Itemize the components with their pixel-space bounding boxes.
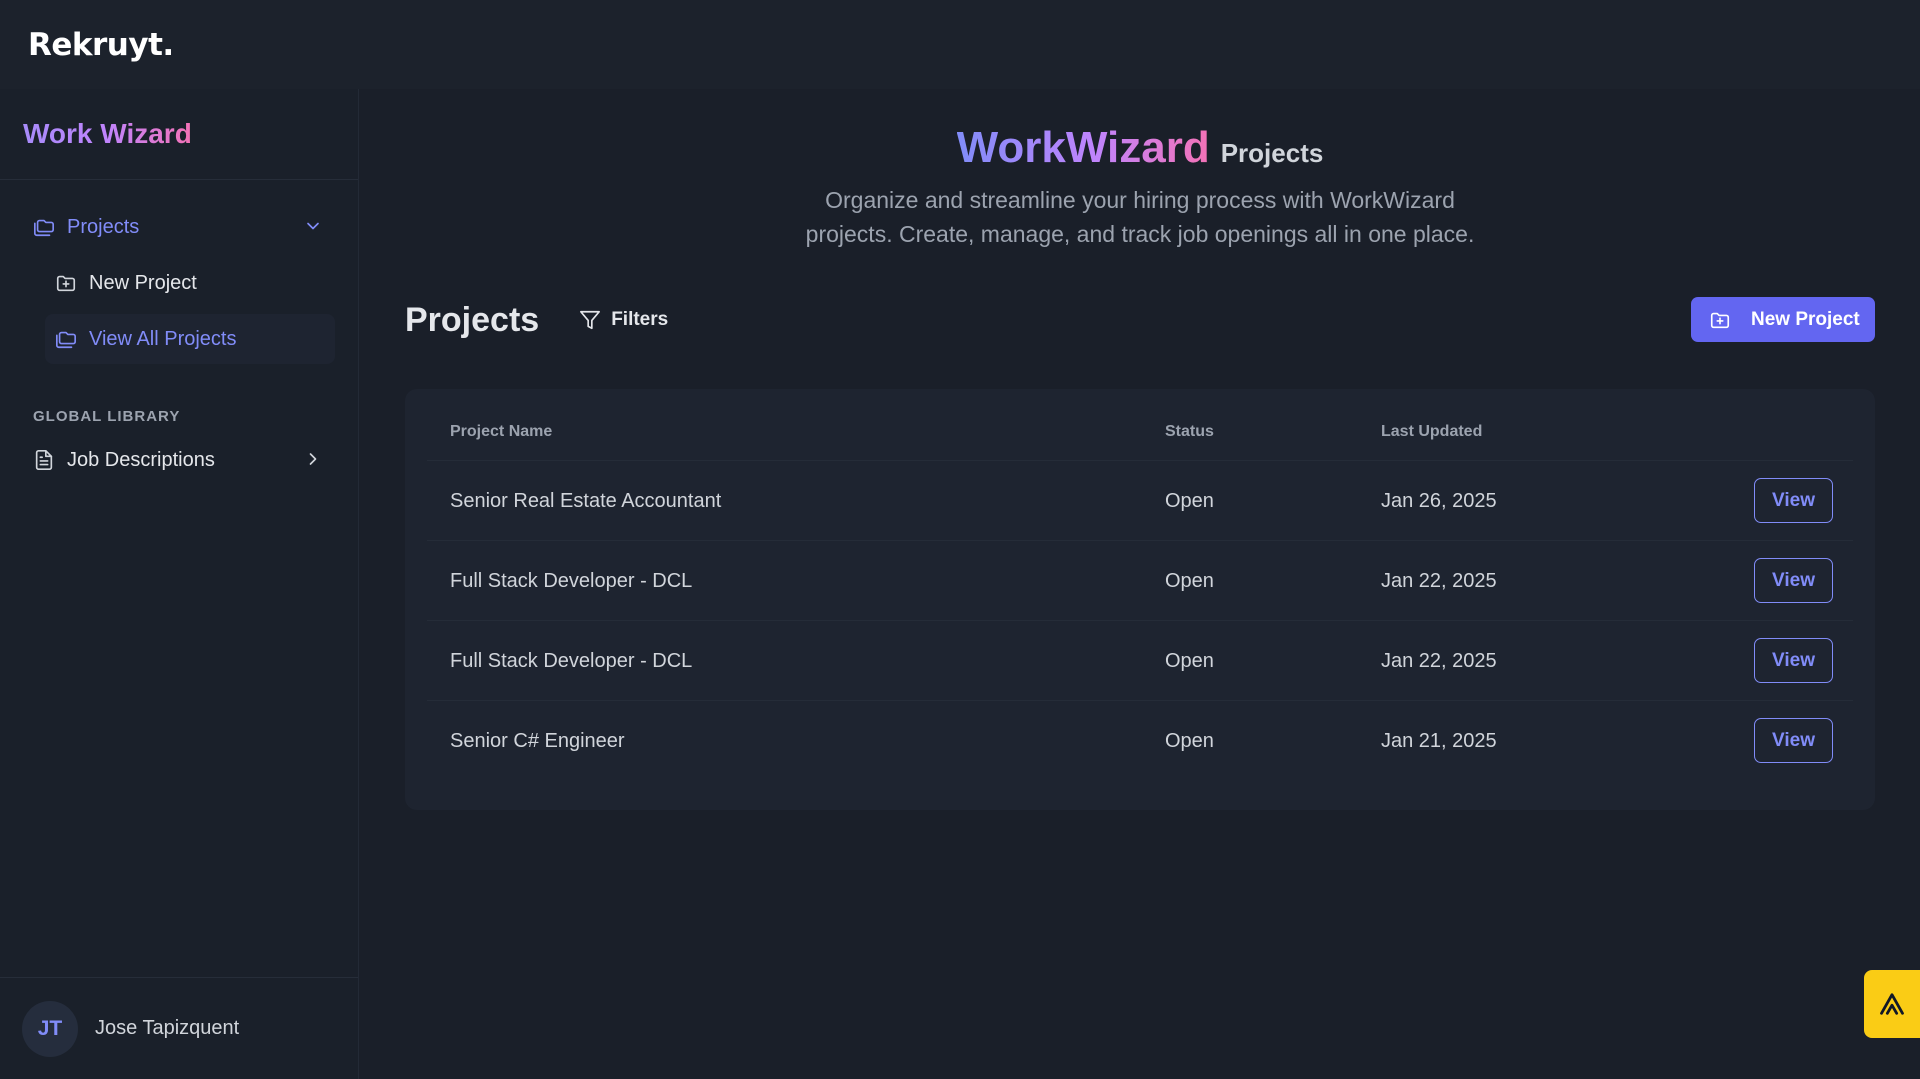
hero-subtitle: Projects	[1220, 138, 1324, 168]
table-row[interactable]: Full Stack Developer - DCL Open Jan 22, …	[427, 540, 1853, 620]
table-row[interactable]: Senior Real Estate Accountant Open Jan 2…	[427, 460, 1853, 540]
project-status: Open	[1165, 569, 1214, 592]
filters-label: Filters	[611, 309, 669, 330]
sidebar-header: Work Wizard	[0, 89, 358, 180]
project-name: Full Stack Developer - DCL	[450, 569, 693, 592]
sidebar-item-new-project[interactable]: New Project	[45, 258, 335, 308]
sidebar: Work Wizard Projects New Project View Al…	[0, 89, 359, 1079]
project-name: Senior C# Engineer	[450, 729, 625, 752]
widget-logo-icon	[1880, 993, 1904, 1015]
table-row[interactable]: Full Stack Developer - DCL Open Jan 22, …	[427, 620, 1853, 700]
chevron-right-icon[interactable]	[303, 449, 323, 475]
app-logo[interactable]: Rekruyt.	[28, 27, 174, 63]
project-status: Open	[1165, 729, 1214, 752]
section-label: GLOBAL LIBRARY	[33, 408, 181, 425]
folder-plus-icon	[55, 272, 77, 294]
top-bar: Rekruyt.	[0, 0, 1920, 89]
project-last-updated: Jan 21, 2025	[1381, 729, 1497, 752]
folder-plus-icon	[1710, 312, 1730, 328]
sidebar-item-projects[interactable]: Projects	[23, 202, 335, 252]
sidebar-item-label: Job Descriptions	[67, 448, 215, 471]
new-project-label: New Project	[1751, 308, 1860, 330]
hero-description: Organize and streamline your hiring proc…	[805, 187, 1475, 247]
chevron-down-icon[interactable]	[303, 216, 323, 242]
toolbar: Projects Filters New Project	[405, 297, 1875, 343]
project-last-updated: Jan 22, 2025	[1381, 569, 1497, 592]
hero-title: WorkWizard Projects	[957, 123, 1324, 173]
sidebar-item-label: New Project	[89, 271, 197, 294]
document-icon	[33, 449, 55, 471]
filter-icon	[580, 310, 601, 330]
sidebar-item-view-all-projects[interactable]: View All Projects	[45, 314, 335, 364]
table-row[interactable]: Senior C# Engineer Open Jan 21, 2025 Vie…	[427, 700, 1853, 780]
table-header: Project Name Status Last Updated	[405, 415, 1875, 449]
page-title: Projects	[405, 300, 540, 339]
view-button[interactable]: View	[1754, 478, 1833, 523]
sidebar-item-job-descriptions[interactable]: Job Descriptions	[23, 435, 335, 485]
project-status: Open	[1165, 649, 1214, 672]
main-content: WorkWizard Projects Organize and streaml…	[360, 89, 1920, 1079]
sidebar-brand[interactable]: Work Wizard	[23, 118, 192, 150]
sidebar-nav: Projects New Project View All Projects G…	[0, 180, 358, 485]
help-widget-button[interactable]	[1864, 970, 1920, 1038]
project-name: Senior Real Estate Accountant	[450, 489, 722, 512]
view-button[interactable]: View	[1754, 718, 1833, 763]
view-button[interactable]: View	[1754, 558, 1833, 603]
project-status: Open	[1165, 489, 1214, 512]
new-project-button[interactable]: New Project	[1691, 297, 1875, 342]
column-header-last-updated[interactable]: Last Updated	[1381, 415, 1482, 449]
project-name: Full Stack Developer - DCL	[450, 649, 693, 672]
project-last-updated: Jan 22, 2025	[1381, 649, 1497, 672]
filters-button[interactable]: Filters	[579, 309, 668, 331]
view-button[interactable]: View	[1754, 638, 1833, 683]
hero: WorkWizard Projects Organize and streaml…	[360, 123, 1920, 251]
avatar[interactable]: JT	[22, 1000, 78, 1057]
folders-icon	[55, 328, 77, 350]
hero-brand: WorkWizard	[956, 123, 1210, 172]
user-profile[interactable]: JT Jose Tapizquent	[0, 977, 358, 1079]
sidebar-item-label: Projects	[67, 215, 140, 238]
folders-icon	[33, 216, 55, 238]
column-header-project-name[interactable]: Project Name	[450, 415, 552, 449]
user-name: Jose Tapizquent	[95, 1017, 240, 1039]
project-last-updated: Jan 26, 2025	[1381, 489, 1497, 512]
sidebar-item-label: View All Projects	[89, 327, 237, 350]
column-header-status[interactable]: Status	[1165, 415, 1214, 449]
projects-table: Project Name Status Last Updated Senior …	[405, 389, 1875, 810]
